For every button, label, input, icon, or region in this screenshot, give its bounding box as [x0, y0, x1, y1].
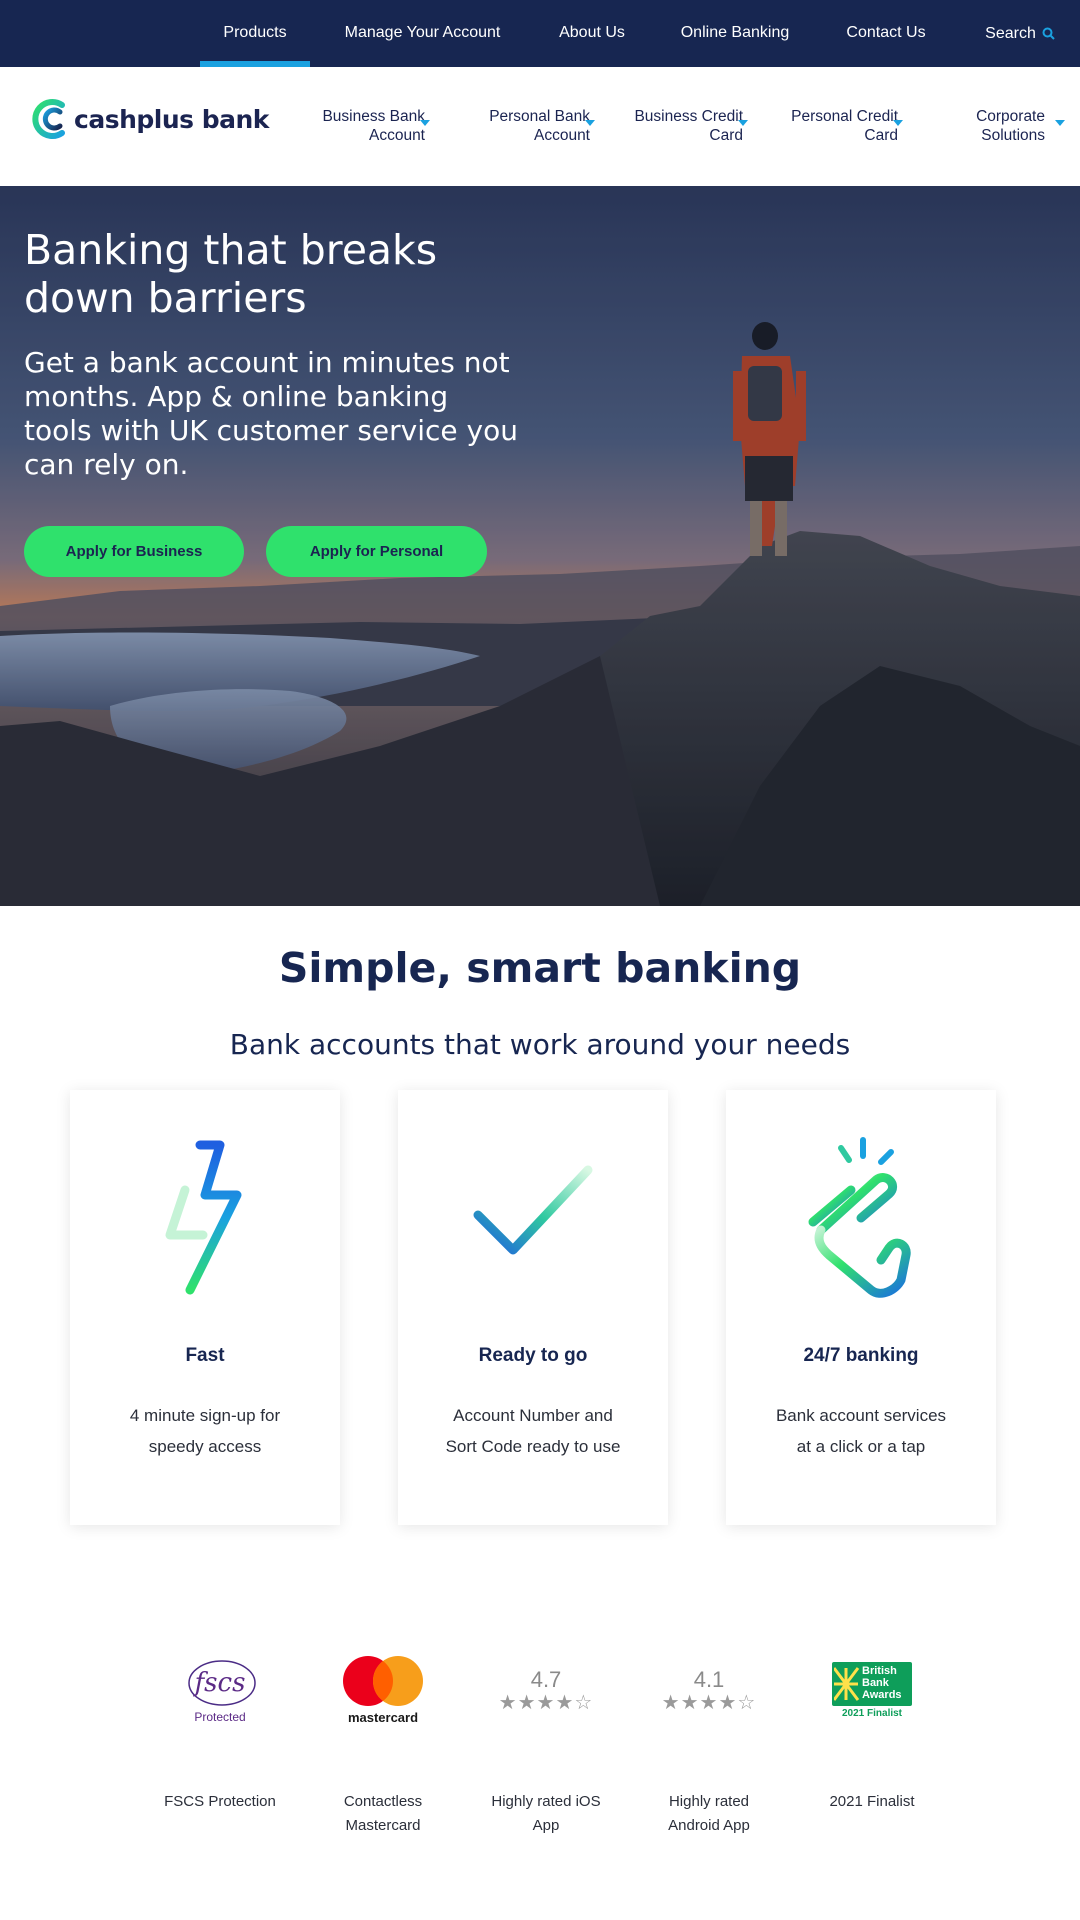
topnav-search[interactable]: Search [980, 0, 1060, 67]
menu-label-line1: Personal Credit [791, 108, 898, 125]
trust-item-android-rating: 4.1 ★★★★☆ Highly rated Android App [644, 1650, 774, 1834]
topnav-contact-us[interactable]: Contact Us [836, 0, 936, 67]
mastercard-logo: mastercard [318, 1650, 448, 1730]
trust-label: Highly rated Android App [644, 1790, 774, 1838]
trust-label-line1: FSCS Protection [164, 1793, 276, 1810]
trust-label-line2: Mastercard [345, 1817, 421, 1834]
fscs-logo-mark: fscs [188, 1659, 256, 1706]
search-label: Search [985, 24, 1036, 42]
award-logo-line2: Bank [862, 1676, 889, 1689]
fscs-logo: fscs Protected [155, 1650, 285, 1730]
chevron-down-icon [893, 120, 903, 126]
hero-banner: Banking that breaks down barriers Get a … [0, 186, 1080, 906]
search-icon [1042, 27, 1055, 40]
trust-label-line1: Highly rated iOS [491, 1793, 601, 1810]
trust-label-line2: Android App [668, 1817, 750, 1834]
tap-hand-icon [808, 1137, 911, 1298]
menu-label-line1: Personal Bank [489, 108, 590, 125]
menu-label-line2: Account [533, 127, 590, 144]
trust-label-line1: Highly rated [668, 1793, 750, 1810]
trust-item-fscs: fscs Protected FSCS Protection [155, 1650, 285, 1810]
menu-label-line2: Card [864, 127, 898, 144]
trust-item-british-bank-awards: British Bank Awards 2021 Finalist 2021 F… [807, 1650, 937, 1810]
cashplus-logo-mark [32, 99, 65, 139]
menu-label-line2: Solutions [981, 127, 1045, 144]
card-description-line2: Sort Code ready to use [445, 1437, 621, 1456]
topnav-products[interactable]: Products [200, 0, 310, 67]
trust-item-mastercard: mastercard Contactless Mastercard [318, 1650, 448, 1834]
trust-label: FSCS Protection [155, 1790, 285, 1814]
union-flag-icon [834, 1666, 860, 1701]
award-logo-line1: British [862, 1664, 897, 1677]
trust-label-line1: Contactless [343, 1793, 423, 1810]
menu-business-credit-card[interactable]: Business Credit Card [615, 107, 748, 145]
menu-label-line1: Corporate [976, 108, 1045, 125]
menu-personal-credit-card[interactable]: Personal Credit Card [770, 107, 903, 145]
section-subtitle: Bank accounts that work around your need… [229, 1028, 851, 1061]
menu-business-bank-account[interactable]: Business Bank Account [300, 107, 430, 145]
card-description: 4 minute sign-up for speedy access [90, 1400, 320, 1462]
card-description: Bank account services at a click or a ta… [746, 1400, 976, 1462]
android-rating-value: 4.1 [693, 1667, 725, 1692]
feature-card-fast: Fast 4 minute sign-up for speedy access [70, 1090, 340, 1525]
card-title: Fast [185, 1345, 225, 1366]
section-title: Simple, smart banking [278, 944, 802, 992]
feature-card-ready-to-go: Ready to go Account Number and Sort Code… [398, 1090, 668, 1525]
checkmark-icon [473, 1165, 593, 1255]
topnav-online-banking[interactable]: Online Banking [670, 0, 800, 67]
card-title: 24/7 banking [803, 1345, 919, 1366]
award-logo-line3: Awards [862, 1688, 902, 1701]
ios-rating-stars: ★★★★☆ [498, 1692, 594, 1714]
apply-for-personal-button[interactable]: Apply for Personal [266, 526, 487, 577]
apply-for-business-button[interactable]: Apply for Business [24, 526, 244, 577]
card-description-line2: speedy access [148, 1437, 262, 1456]
android-rating-stars: ★★★★☆ [661, 1692, 757, 1714]
menu-label-line1: Business Credit [634, 108, 743, 125]
card-title: Ready to go [478, 1345, 588, 1366]
ios-rating-badge: 4.7 ★★★★☆ [481, 1650, 611, 1730]
menu-label-line2: Account [368, 127, 425, 144]
trust-label-line1: 2021 Finalist [829, 1793, 915, 1810]
trust-label: 2021 Finalist [807, 1790, 937, 1814]
chevron-down-icon [585, 120, 595, 126]
trust-label-line2: App [532, 1817, 560, 1834]
fscs-logo-sub: Protected [194, 1709, 246, 1724]
award-logo-sub: 2021 Finalist [841, 1707, 903, 1719]
lightning-icon [165, 1140, 242, 1295]
chevron-down-icon [1055, 120, 1065, 126]
hero-subtitle: Get a bank account in minutes not months… [24, 346, 518, 481]
card-description-line1: Bank account services [775, 1406, 947, 1425]
chevron-down-icon [738, 120, 748, 126]
card-description-line1: Account Number and [453, 1406, 613, 1425]
top-navigation-bar: Products Manage Your Account About Us On… [0, 0, 1080, 67]
menu-label-line2: Card [709, 127, 743, 144]
topnav-about-us[interactable]: About Us [548, 0, 636, 67]
ios-rating-value: 4.7 [530, 1667, 562, 1692]
fscs-logo-text: fscs [193, 1668, 246, 1698]
feature-card-24-7-banking: 24/7 banking Bank account services at a … [726, 1090, 996, 1525]
trust-item-ios-rating: 4.7 ★★★★☆ Highly rated iOS App [481, 1650, 611, 1834]
menu-label-line1: Business Bank [322, 108, 425, 125]
card-description-line2: at a click or a tap [796, 1437, 926, 1456]
british-bank-awards-badge: British Bank Awards [832, 1661, 912, 1706]
hero-title: Banking that breaks down barriers [24, 226, 438, 322]
mastercard-wordmark: mastercard [347, 1709, 419, 1725]
mastercard-circles [343, 1655, 423, 1706]
brand-name: cashplus bank [74, 104, 269, 134]
site-header: cashplus bank Business Bank Account Pers… [0, 67, 1080, 186]
cashplus-logo[interactable]: cashplus bank [30, 97, 269, 141]
card-description-line1: 4 minute sign-up for [129, 1406, 281, 1425]
android-rating-badge: 4.1 ★★★★☆ [644, 1650, 774, 1730]
menu-personal-bank-account[interactable]: Personal Bank Account [465, 107, 595, 145]
menu-corporate-solutions[interactable]: Corporate Solutions [930, 107, 1065, 145]
trust-label: Contactless Mastercard [318, 1790, 448, 1838]
topnav-manage-account[interactable]: Manage Your Account [335, 0, 510, 67]
chevron-down-icon [420, 120, 430, 126]
british-bank-awards-logo: British Bank Awards 2021 Finalist [807, 1650, 937, 1730]
card-description: Account Number and Sort Code ready to us… [418, 1400, 648, 1462]
trust-label: Highly rated iOS App [481, 1790, 611, 1838]
